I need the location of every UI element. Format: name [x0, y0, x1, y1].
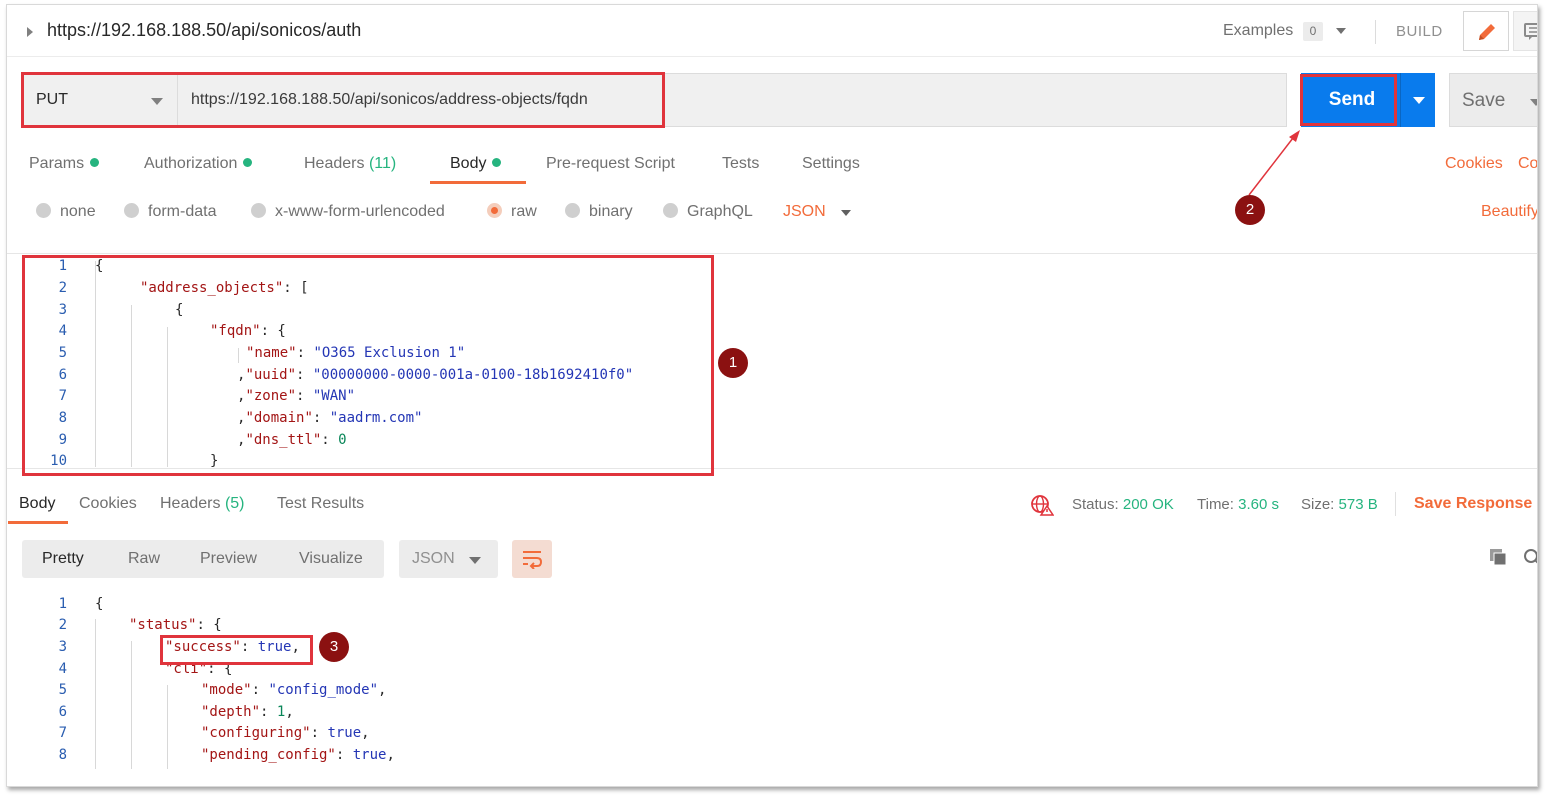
annotation-arrow	[1248, 130, 1300, 196]
annotation-badge-3: 3	[319, 632, 349, 662]
annotation-badge-2: 2	[1235, 195, 1265, 225]
postman-window: https://192.168.188.50/api/sonicos/auth …	[6, 4, 1538, 787]
annotation-badge-1: 1	[718, 348, 748, 378]
